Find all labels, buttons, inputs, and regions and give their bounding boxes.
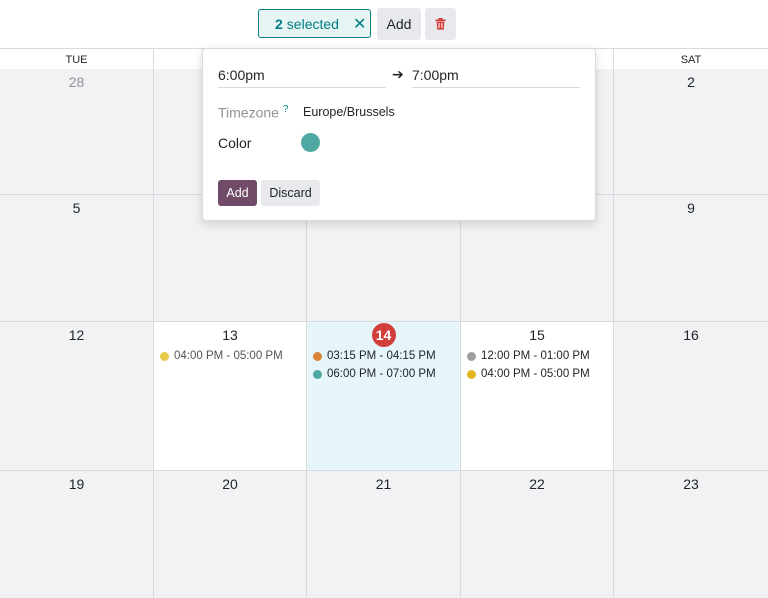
calendar-event[interactable]: 04:00 PM - 05:00 PM [467,368,590,380]
day-cell[interactable]: 28 [0,69,154,195]
day-number: 13 [222,327,238,343]
event-time: 03:15 PM - 04:15 PM [327,350,436,362]
day-cell[interactable]: 23 [614,471,768,598]
event-time: 06:00 PM - 07:00 PM [327,368,436,380]
end-time-input[interactable] [412,63,580,88]
timezone-label: Timezone ? [218,104,288,121]
day-number: 21 [375,476,392,492]
color-label: Color [218,135,252,151]
day-number: 15 [529,327,545,343]
day-cell[interactable]: 21 [307,471,461,598]
day-number: 12 [68,327,85,343]
calendar-event[interactable]: 04:00 PM - 05:00 PM [160,350,283,362]
clear-selection-icon[interactable]: ✕ [353,14,366,34]
selection-pill: 2 selected ✕ [258,9,371,38]
help-icon[interactable]: ? [283,104,289,115]
weekday-tue: TUE [0,49,154,70]
day-cell[interactable]: 22 [461,471,614,598]
event-time: 04:00 PM - 05:00 PM [174,350,283,362]
day-number: 5 [72,200,81,216]
day-cell-today[interactable]: 14 03:15 PM - 04:15 PM 06:00 PM - 07:00 … [307,322,461,471]
discard-button[interactable]: Discard [261,180,320,206]
calendar-event[interactable]: 06:00 PM - 07:00 PM [313,368,436,380]
day-number: 22 [529,476,545,492]
calendar-event[interactable]: 03:15 PM - 04:15 PM [313,350,436,362]
delete-button[interactable] [425,8,456,40]
toolbar: 2 selected ✕ Add [0,0,768,48]
day-number: 9 [687,200,695,216]
start-time-input[interactable] [218,63,386,88]
event-time: 12:00 PM - 01:00 PM [481,350,590,362]
day-cell[interactable]: 9 [614,195,768,322]
day-cell[interactable]: 19 [0,471,154,598]
event-color-dot [467,351,476,361]
day-cell[interactable]: 2 [614,69,768,195]
calendar-event[interactable]: 12:00 PM - 01:00 PM [467,350,590,362]
day-cell[interactable]: 20 [154,471,307,598]
add-button[interactable]: Add [377,8,421,40]
timezone-label-text: Timezone [218,104,279,121]
event-time: 04:00 PM - 05:00 PM [481,368,590,380]
today-badge: 14 [371,323,396,347]
day-cell[interactable]: 12 [0,322,154,471]
event-color-dot [313,369,322,379]
day-cell[interactable]: 15 12:00 PM - 01:00 PM 04:00 PM - 05:00 … [461,322,614,471]
day-cell[interactable]: 16 [614,322,768,471]
color-picker[interactable] [301,133,320,152]
event-color-dot [313,351,322,361]
arrow-right-icon: ➔ [392,66,404,82]
day-number: 20 [222,476,238,492]
trash-icon [435,18,446,30]
day-cell[interactable]: 5 [0,195,154,322]
weekday-sat: SAT [680,53,702,66]
day-number: 19 [68,476,85,492]
day-number: 16 [683,327,699,343]
timezone-value: Europe/Brussels [303,105,395,119]
add-event-button[interactable]: Add [218,180,257,206]
day-number: 23 [683,476,699,492]
selected-label: selected [286,15,339,32]
day-number: 2 [687,74,695,90]
event-color-dot [160,351,169,361]
selected-count: 2 [275,15,283,32]
event-color-dot [467,369,476,379]
day-number: 28 [68,74,85,90]
day-cell[interactable]: 13 04:00 PM - 05:00 PM [154,322,307,471]
quick-create-popover: ➔ Timezone ? Europe/Brussels Color Add D… [202,48,596,221]
